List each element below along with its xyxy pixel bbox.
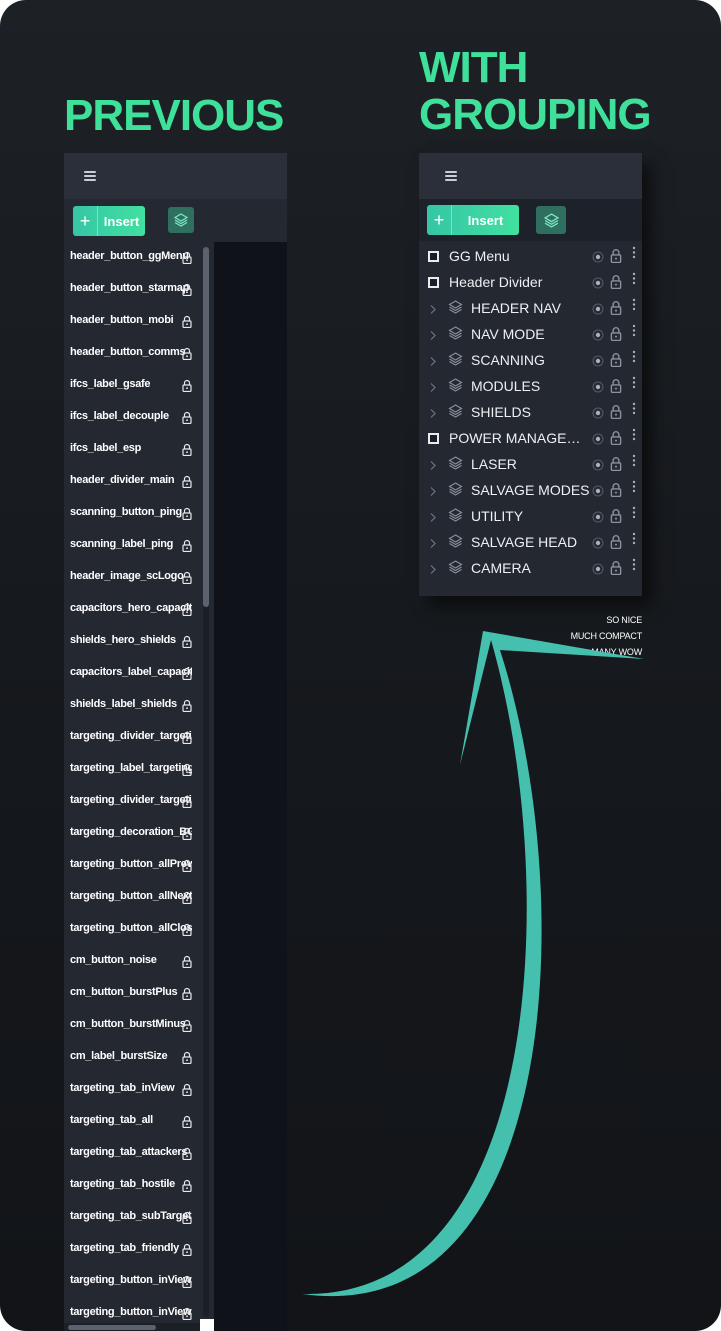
comparison-card: PREVIOUS WITH GROUPING + Insert header_b… bbox=[0, 0, 721, 1331]
arrow-graphic bbox=[302, 631, 644, 1297]
